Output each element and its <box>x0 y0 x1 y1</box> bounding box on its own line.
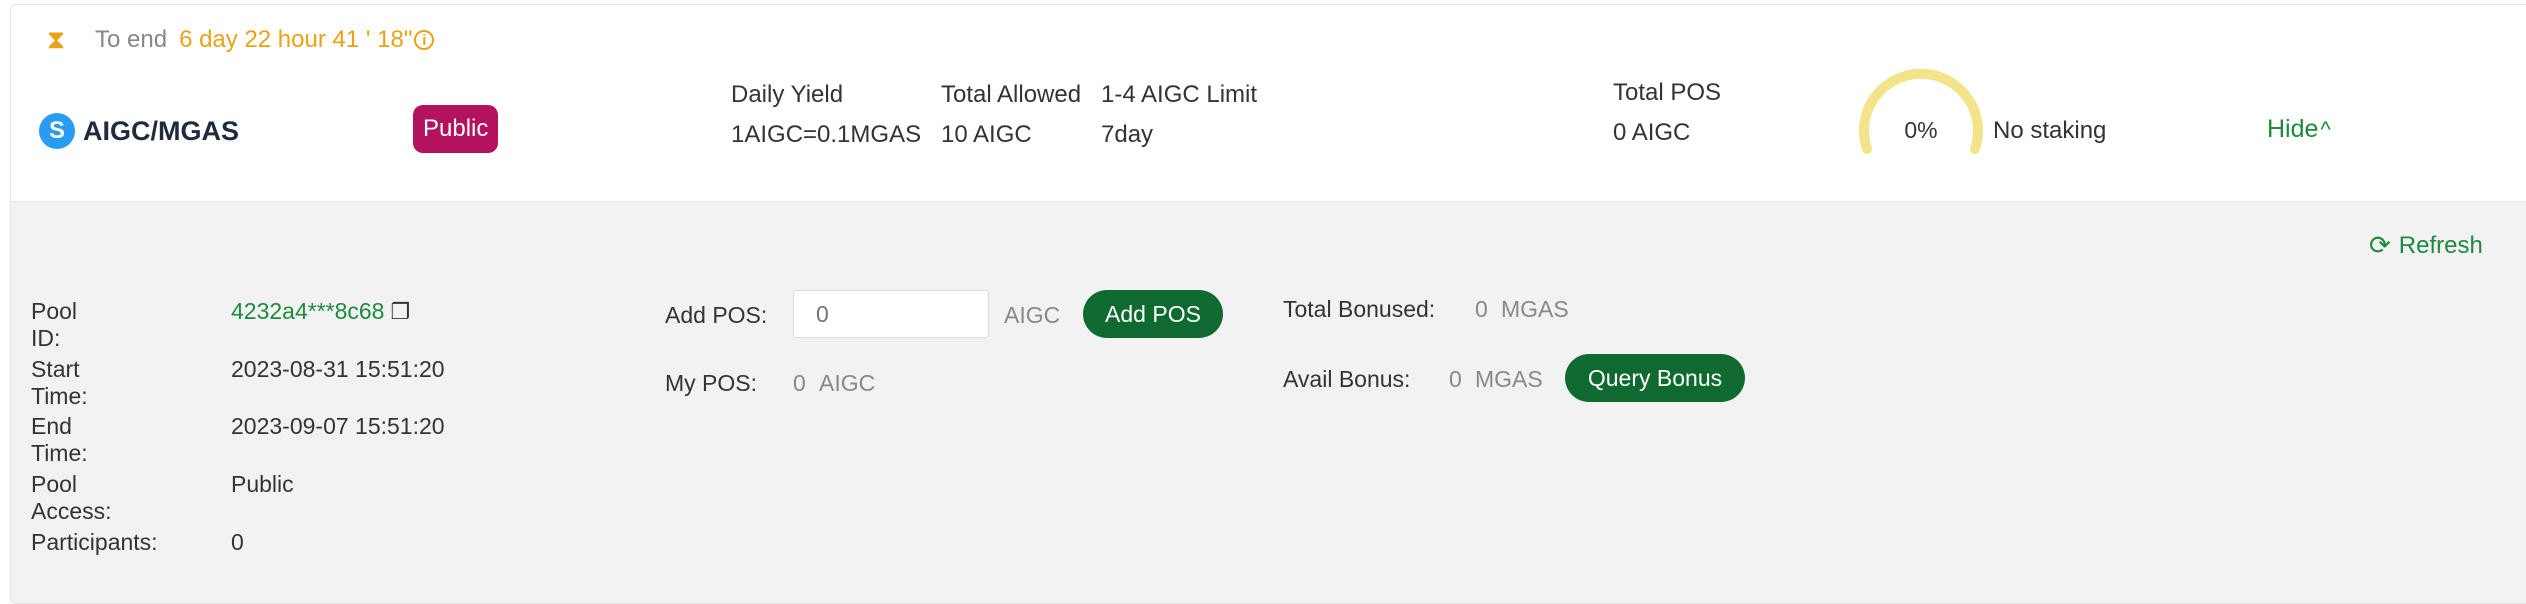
daily-yield-stat: Daily Yield 1AIGC=0.1MGAS <box>731 81 921 149</box>
staking-gauge <box>1859 68 1983 154</box>
pair-title: S AIGC/MGAS <box>39 113 239 149</box>
start-time-label: Start Time: <box>31 356 88 409</box>
my-pos-value: 0 <box>793 370 806 396</box>
total-bonused-label: Total Bonused: <box>1283 296 1436 322</box>
info-icon[interactable]: i <box>414 30 435 50</box>
total-allowed-label: Total Allowed <box>941 81 1082 108</box>
detail-panel: ⟳ Refresh Pool ID: 4232a4***8c68 ❐ Start … <box>11 201 2526 603</box>
my-pos-unit: AIGC <box>819 370 876 396</box>
add-pos-label: Add POS: <box>665 302 768 328</box>
start-time-value: 2023-08-31 15:51:20 <box>231 356 445 382</box>
participants-value: 0 <box>231 529 244 555</box>
hide-label: Hide <box>2267 115 2319 143</box>
total-bonused-value: 0 <box>1475 296 1488 322</box>
countdown: ⧗ To end 6 day 22 hour 41 ' 18" i <box>41 23 435 57</box>
pool-card: ⧗ To end 6 day 22 hour 41 ' 18" i S AIGC… <box>10 4 2526 604</box>
refresh-icon: ⟳ <box>2369 230 2391 260</box>
countdown-time: 6 day 22 hour 41 ' 18" <box>179 26 413 53</box>
add-pos-input[interactable] <box>793 290 989 338</box>
pool-id-value[interactable]: 4232a4***8c68 <box>231 298 384 324</box>
add-pos-unit: AIGC <box>1004 302 1061 328</box>
limit-value: 7day <box>1101 121 1154 148</box>
pool-id-label: Pool ID: <box>31 298 78 351</box>
refresh-label: Refresh <box>2398 231 2483 259</box>
staking-status: No staking <box>1993 117 2107 144</box>
total-pos-value: 0 AIGC <box>1613 119 1691 146</box>
add-pos-button[interactable]: Add POS <box>1083 290 1223 338</box>
hourglass-icon: ⧗ <box>46 24 66 54</box>
total-pos-label: Total POS <box>1613 79 1722 106</box>
avail-bonus-unit: MGAS <box>1475 366 1543 392</box>
pool-access-label: Pool Access: <box>31 471 112 524</box>
limit-stat: 1-4 AIGC Limit 7day <box>1101 81 1257 149</box>
limit-label: 1-4 AIGC Limit <box>1101 81 1258 108</box>
pool-access-value: Public <box>231 471 294 497</box>
total-pos-stat: Total POS 0 AIGC <box>1613 79 1721 147</box>
gauge-percent: 0% <box>1904 117 1938 143</box>
hide-button[interactable]: Hide ^ <box>2267 115 2331 144</box>
query-bonus-button[interactable]: Query Bonus <box>1565 354 1745 402</box>
total-allowed-stat: Total Allowed 10 AIGC <box>941 81 1081 149</box>
refresh-button[interactable]: ⟳ Refresh <box>2369 230 2483 261</box>
participants-label: Participants: <box>31 529 158 555</box>
total-bonused-unit: MGAS <box>1501 296 1569 322</box>
daily-yield-value: 1AIGC=0.1MGAS <box>731 121 922 148</box>
total-allowed-value: 10 AIGC <box>941 121 1032 148</box>
avail-bonus-label: Avail Bonus: <box>1283 366 1411 392</box>
daily-yield-label: Daily Yield <box>731 81 844 108</box>
copy-icon[interactable]: ❐ <box>390 299 410 324</box>
chevron-up-icon: ^ <box>2320 116 2331 142</box>
avail-bonus-value: 0 <box>1449 366 1462 392</box>
coin-logo-icon: S <box>39 113 75 149</box>
my-pos-label: My POS: <box>665 370 758 396</box>
countdown-label: To end <box>95 26 168 53</box>
pair-name: AIGC/MGAS <box>83 115 240 146</box>
end-time-label: End Time: <box>31 413 88 466</box>
access-badge: Public <box>413 105 499 153</box>
end-time-value: 2023-09-07 15:51:20 <box>231 413 445 439</box>
